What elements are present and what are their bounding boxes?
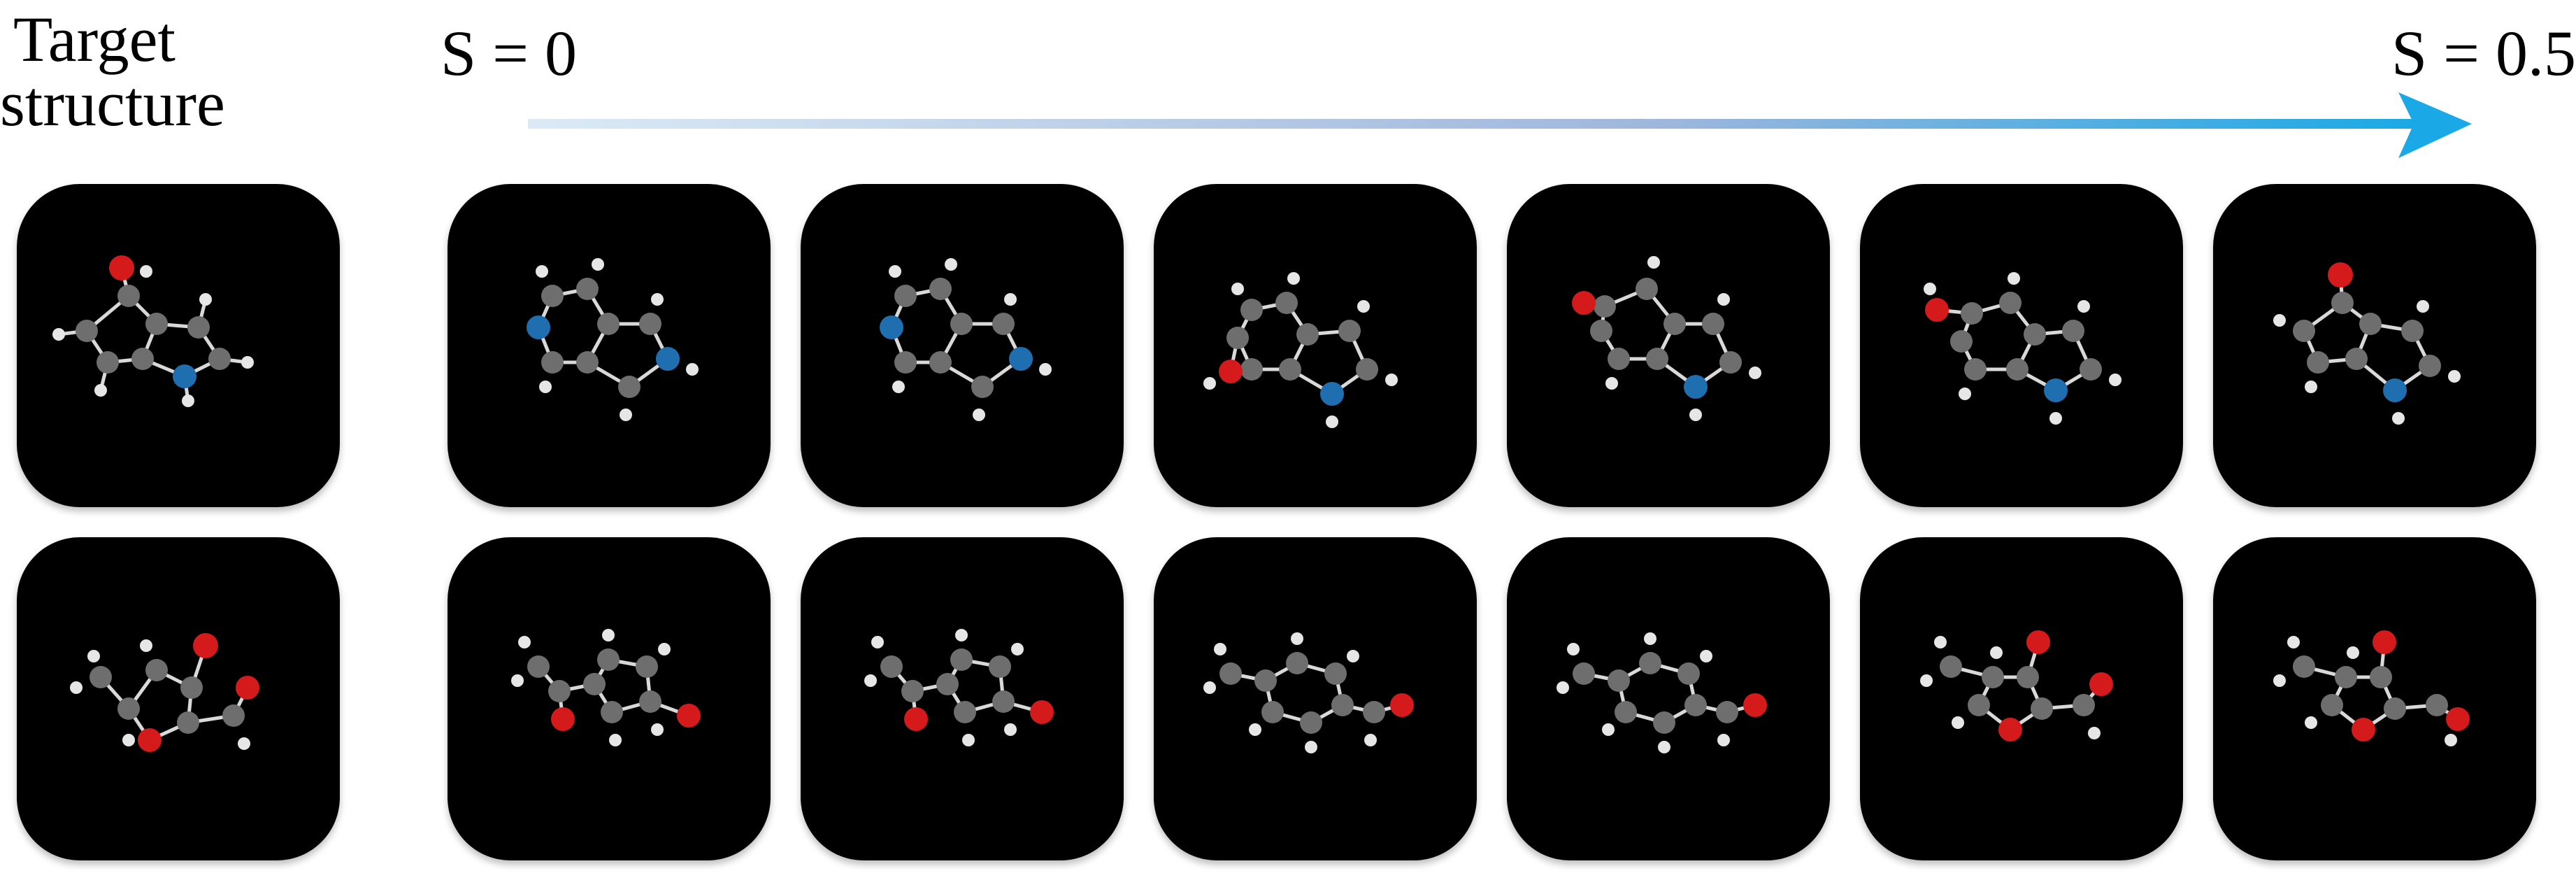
molecule-indole-4: [1572, 256, 1761, 421]
sequence-tile-indole-6: [2213, 184, 2536, 507]
molecule-indole-target: [52, 255, 254, 407]
sequence-tile-furan-3: [1860, 537, 2183, 860]
molecule-benzyl-1: [1203, 632, 1414, 753]
sequence-tile-benzyl-2: [1507, 537, 1830, 860]
sequence-tile-furan-1: [448, 537, 771, 860]
sequence-tile-indole-3: [1154, 184, 1477, 507]
sequence-tile-indole-2: [801, 184, 1124, 507]
sequence-tile-indole-5: [1860, 184, 2183, 507]
molecule-indole-1: [527, 258, 699, 421]
molecule-indole-3: [1203, 272, 1398, 428]
sequence-tile-indole-4: [1507, 184, 1830, 507]
molecule-furan-3: [1920, 630, 2113, 742]
molecule-indole-2: [880, 258, 1052, 421]
molecule-furan-1: [511, 629, 701, 746]
molecule-furan-target: [70, 633, 259, 752]
target-tile-furan: [17, 537, 340, 860]
molecule-furan-4: [2273, 630, 2470, 746]
sequence-tile-benzyl-1: [1154, 537, 1477, 860]
arrow-shaft: [528, 119, 2416, 129]
molecule-benzyl-2: [1557, 632, 1767, 753]
molecule-indole-5: [1924, 272, 2121, 425]
molecule-indole-6: [2273, 262, 2461, 425]
sequence-tile-furan-4: [2213, 537, 2536, 860]
sequence-tile-indole-1: [448, 184, 771, 507]
molecule-furan-2: [864, 629, 1054, 746]
sequence-tile-furan-2: [801, 537, 1124, 860]
target-tile-indole: [17, 184, 340, 507]
